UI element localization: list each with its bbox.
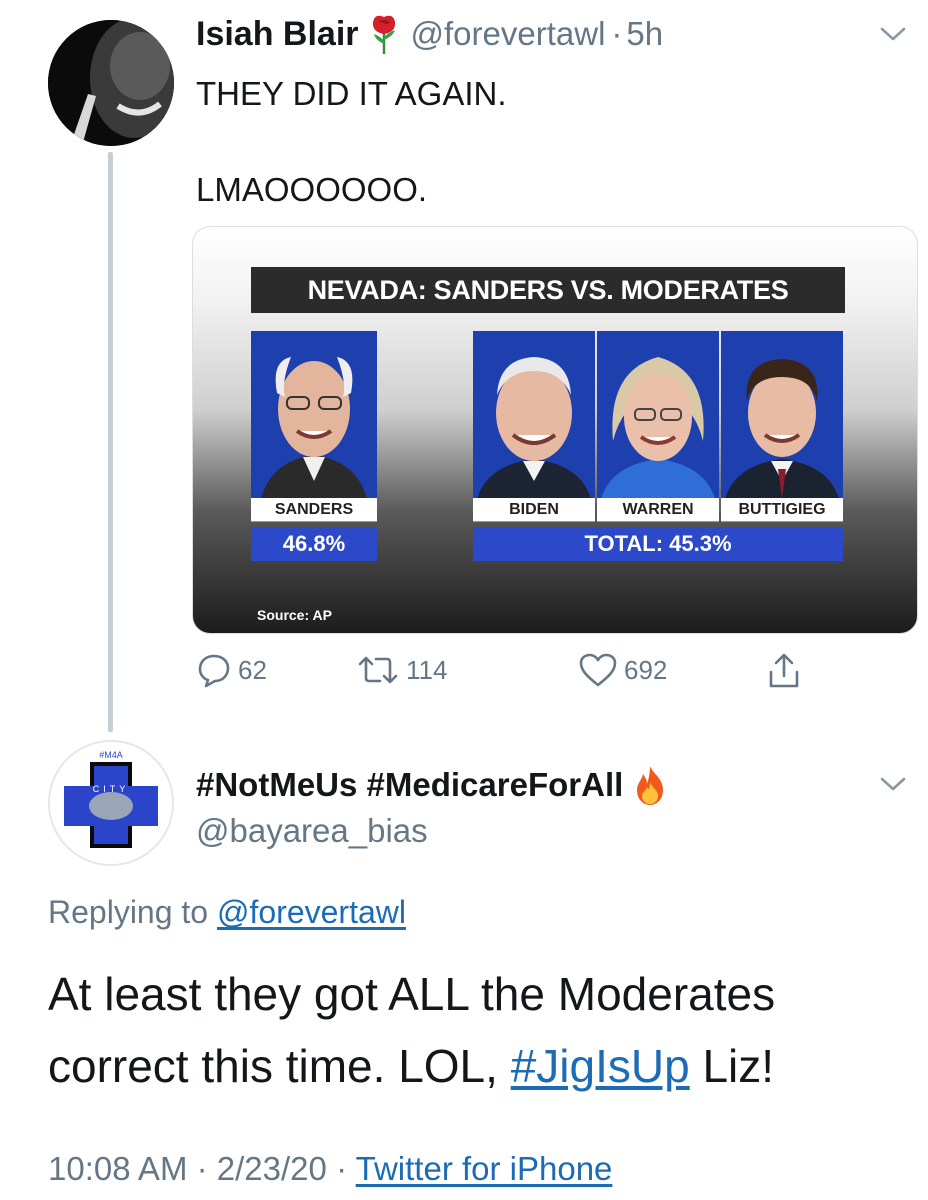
reply-date: 2/23/20 xyxy=(216,1150,327,1187)
candidate-label: WARREN xyxy=(597,498,719,522)
sanders-photo xyxy=(251,331,377,499)
biden-photo xyxy=(473,331,595,499)
fire-icon xyxy=(637,766,664,805)
replying-to-label: Replying to xyxy=(48,894,209,930)
author-handle[interactable]: @forevertawl xyxy=(411,15,606,53)
reply-header: #NotMeUs #MedicareForAll xyxy=(196,764,667,806)
hashtag-link[interactable]: #JigIsUp xyxy=(511,1040,690,1092)
author-name[interactable]: Isiah Blair xyxy=(196,15,359,54)
candidate-label: BIDEN xyxy=(473,498,595,522)
like-button[interactable]: 692 xyxy=(578,652,667,688)
chevron-down-icon[interactable] xyxy=(880,26,906,42)
reply-text-part-2: Liz! xyxy=(689,1040,775,1092)
share-icon xyxy=(769,653,799,688)
moderates-total: TOTAL: 45.3% xyxy=(473,527,843,561)
rose-icon xyxy=(372,15,395,54)
buttigieg-photo xyxy=(721,331,843,499)
avatar-city-text: CITY xyxy=(93,784,130,794)
tweet-header: Isiah Blair @forevertawl · 5h xyxy=(196,14,663,54)
reply-author-handle[interactable]: @bayarea_bias xyxy=(196,812,428,850)
tweet-time[interactable]: 5h xyxy=(626,15,663,53)
meta-separator: · xyxy=(336,1150,356,1187)
tweet-media-image[interactable]: NEVADA: SANDERS VS. MODERATES SANDERS BI… xyxy=(192,226,918,634)
tweet-text-line-2: LMAOOOOOO. xyxy=(196,171,428,208)
client-link[interactable]: Twitter for iPhone xyxy=(356,1150,613,1187)
retweet-count: 114 xyxy=(406,654,448,685)
reply-icon xyxy=(198,654,230,688)
thread-connector xyxy=(108,152,113,732)
separator-dot: · xyxy=(611,15,623,52)
share-button[interactable] xyxy=(766,652,808,690)
avatar-tag: #M4A xyxy=(99,750,123,760)
sanders-percent: 46.8% xyxy=(251,527,377,561)
retweet-button[interactable]: 114 xyxy=(356,652,447,688)
candidate-label: SANDERS xyxy=(251,498,377,522)
tweet-metadata: 10:08 AM · 2/23/20 · Twitter for iPhone xyxy=(48,1150,612,1188)
reply-author-avatar[interactable]: #M4A CITY xyxy=(48,740,174,866)
meta-separator: · xyxy=(196,1150,217,1187)
graphic-source: Source: AP xyxy=(257,607,332,623)
medicare-logo: #M4A CITY xyxy=(50,742,172,864)
reply-author-name[interactable]: #NotMeUs #MedicareForAll xyxy=(196,766,623,804)
reply-button[interactable]: 62 xyxy=(196,652,267,688)
graphic-banner: NEVADA: SANDERS VS. MODERATES xyxy=(251,267,845,313)
tweet-text-line-1: THEY DID IT AGAIN. xyxy=(196,75,507,112)
reply-time: 10:08 AM xyxy=(48,1150,188,1187)
replying-to: Replying to @forevertawl xyxy=(48,894,406,931)
heart-icon xyxy=(579,653,617,687)
author-avatar[interactable] xyxy=(48,20,174,146)
chevron-down-icon[interactable] xyxy=(880,776,906,792)
candidate-label: BUTTIGIEG xyxy=(721,498,843,522)
avatar-photo xyxy=(48,20,174,146)
tweet-actions: 62 114 692 xyxy=(196,652,816,696)
warren-photo xyxy=(597,331,719,499)
reply-count: 62 xyxy=(238,654,267,685)
replying-to-link[interactable]: @forevertawl xyxy=(217,894,406,930)
retweet-icon xyxy=(358,656,398,684)
reply-text: At least they got ALL the Moderates corr… xyxy=(48,958,908,1102)
like-count: 692 xyxy=(624,654,668,685)
